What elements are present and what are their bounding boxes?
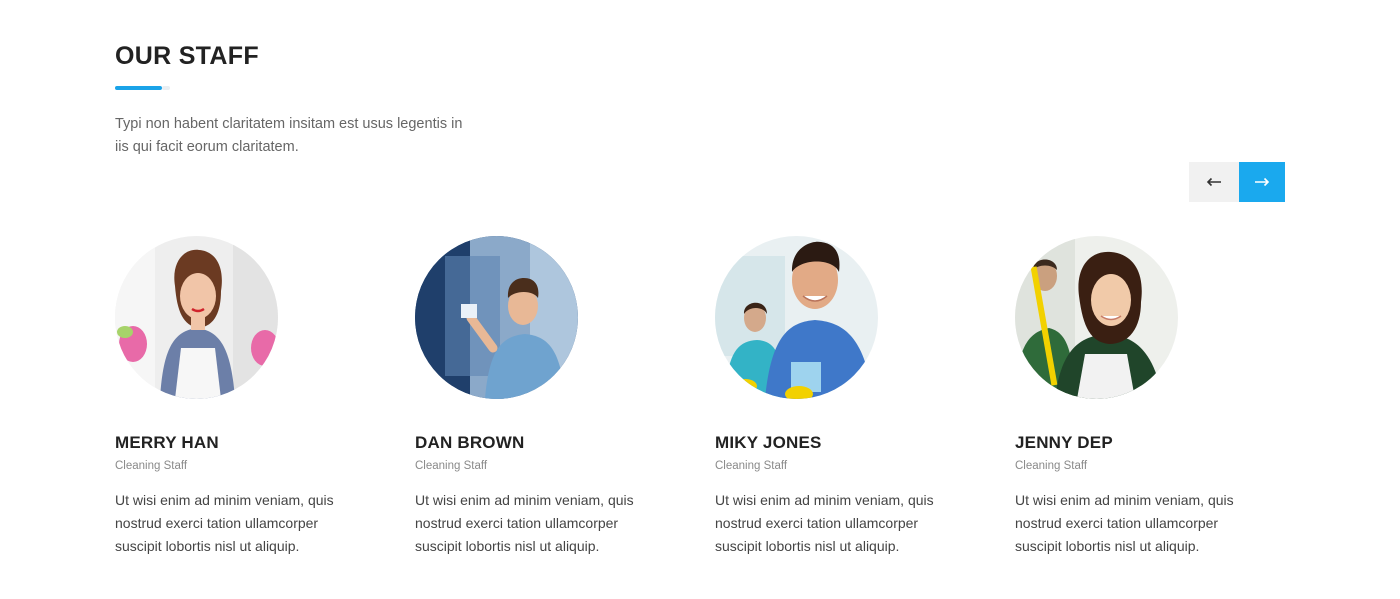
staff-bio: Ut wisi enim ad minim veniam, quis nostr… [1015,492,1234,554]
staff-role: Cleaning Staff [415,460,488,472]
carousel-prev-button[interactable] [1189,162,1239,202]
carousel-next-button[interactable] [1239,162,1285,202]
staff-photo [415,236,578,399]
staff-card: JENNY DEP Cleaning Staff Ut wisi enim ad… [1015,236,1275,554]
section-intro: Typi non habent claritatem insitam est u… [115,116,463,155]
staff-role: Cleaning Staff [115,460,188,472]
staff-card: DAN BROWN Cleaning Staff Ut wisi enim ad… [415,236,675,554]
staff-role: Cleaning Staff [715,460,788,472]
staff-name: MERRY HAN [115,433,219,452]
title-underline [115,86,170,90]
staff-photo [1015,236,1178,399]
staff-name: MIKY JONES [715,433,822,452]
title-underline-accent [115,86,162,90]
staff-name: DAN BROWN [415,433,525,452]
staff-role: Cleaning Staff [1015,460,1088,472]
section-title: OUR STAFF [115,42,259,70]
arrow-left-icon [1206,177,1221,187]
staff-photo [715,236,878,399]
title-underline-track [162,86,170,90]
staff-bio: Ut wisi enim ad minim veniam, quis nostr… [715,492,934,554]
staff-name: JENNY DEP [1015,433,1113,452]
arrow-right-icon [1255,177,1270,187]
staff-bio: Ut wisi enim ad minim veniam, quis nostr… [115,492,334,554]
staff-card: MERRY HAN Cleaning Staff Ut wisi enim ad… [115,236,375,554]
staff-card: MIKY JONES Cleaning Staff Ut wisi enim a… [715,236,975,554]
staff-bio: Ut wisi enim ad minim veniam, quis nostr… [415,492,634,554]
staff-photo [115,236,278,399]
